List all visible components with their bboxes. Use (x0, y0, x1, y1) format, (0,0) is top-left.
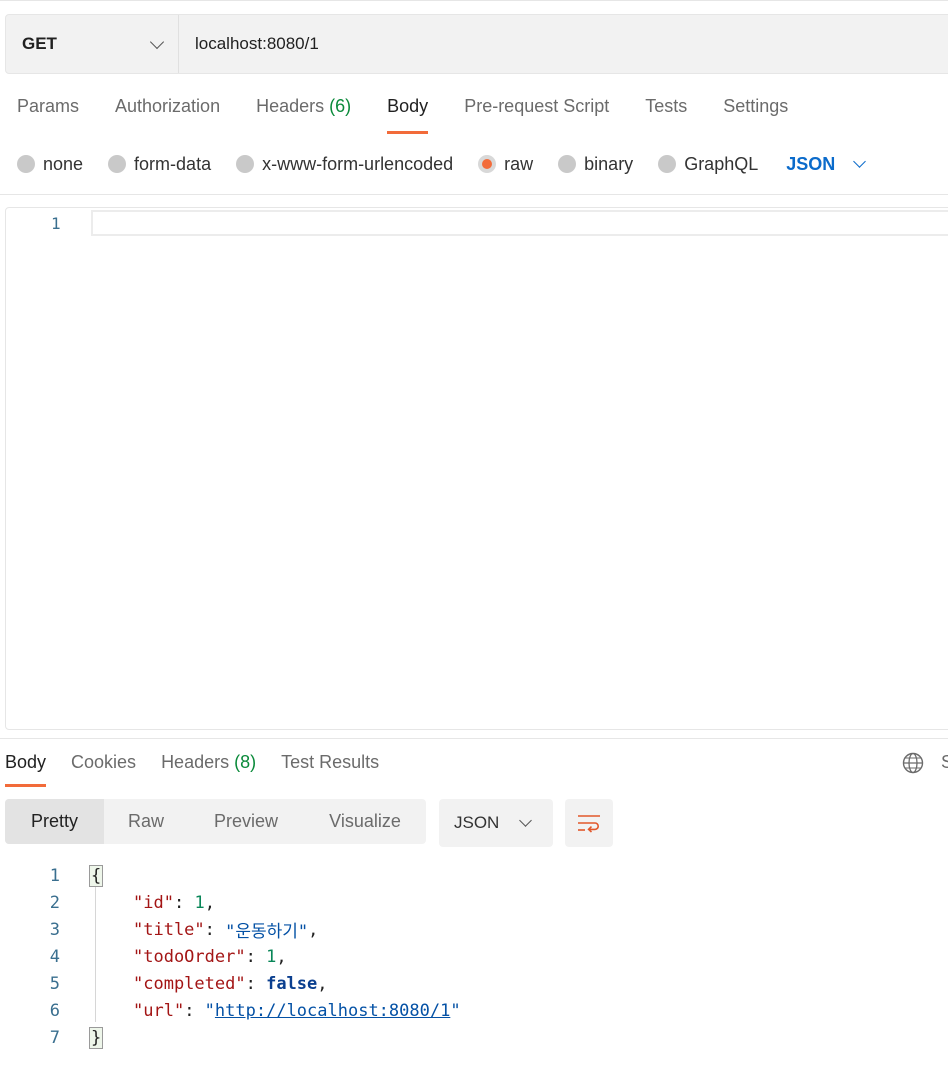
method-select[interactable]: GET (6, 15, 179, 73)
response-tab-headers[interactable]: Headers (8) (161, 752, 256, 787)
view-pretty[interactable]: Pretty (5, 799, 104, 844)
response-format-select[interactable]: JSON (439, 799, 553, 847)
json-key-url: "url" (133, 1000, 185, 1021)
request-tabs: Params Authorization Headers (6) Body Pr… (17, 96, 824, 134)
body-type-graphql-label: GraphQL (684, 153, 759, 174)
tab-headers-label: Headers (256, 96, 325, 116)
radio-graphql[interactable] (658, 155, 677, 173)
code-line: 4 "todoOrder": 1, (0, 943, 461, 970)
chevron-down-icon (519, 814, 533, 827)
response-tabs: Body Cookies Headers (8) Test Results (5, 752, 404, 787)
code-line: 6 "url": " http://localhost:8080/1 " (0, 997, 461, 1024)
tab-tests[interactable]: Tests (645, 96, 687, 134)
chevron-down-icon (149, 34, 165, 49)
request-url-bar: GET localhost:8080/1 (5, 14, 948, 74)
divider (0, 194, 948, 195)
json-open-brace: { (89, 864, 104, 887)
line-number: 7 (49, 1027, 60, 1048)
method-label: GET (22, 34, 57, 53)
line-number: 6 (49, 1000, 60, 1021)
radio-none[interactable] (17, 155, 35, 173)
tab-settings[interactable]: Settings (723, 96, 788, 134)
json-close-brace: } (89, 1026, 104, 1049)
body-type-none-label: none (43, 153, 84, 174)
body-type-none[interactable]: none (17, 154, 83, 175)
body-type-raw[interactable]: raw (478, 154, 533, 175)
radio-form-data[interactable] (108, 155, 127, 173)
globe-icon[interactable] (902, 752, 924, 774)
body-type-selector: none form-data x-www-form-urlencoded raw… (17, 150, 867, 178)
response-headers-count: (8) (234, 752, 257, 772)
line-number: 2 (49, 892, 60, 913)
status-label-partial: S (941, 752, 948, 772)
tab-body[interactable]: Body (387, 96, 429, 134)
response-tab-test-results[interactable]: Test Results (281, 752, 379, 787)
line-number: 4 (49, 946, 60, 967)
code-line: 2 "id": 1, (0, 889, 461, 916)
tab-pre-request-script[interactable]: Pre-request Script (464, 96, 609, 134)
active-line-highlight[interactable] (91, 210, 948, 236)
tab-params[interactable]: Params (17, 96, 79, 134)
response-tab-body[interactable]: Body (5, 752, 47, 787)
radio-urlencoded[interactable] (236, 155, 255, 173)
json-value-url-link[interactable]: http://localhost:8080/1 (215, 1001, 450, 1021)
view-raw[interactable]: Raw (104, 799, 188, 844)
json-value-title: "운동하기" (225, 922, 309, 942)
body-type-graphql[interactable]: GraphQL (658, 154, 758, 175)
body-type-binary[interactable]: binary (558, 154, 633, 175)
response-view-selector: Pretty Raw Preview Visualize (5, 799, 426, 844)
body-format-label: JSON (786, 153, 836, 174)
line-number: 1 (49, 865, 60, 886)
top-border (0, 0, 948, 2)
request-body-editor[interactable]: 1 (5, 207, 948, 730)
body-type-urlencoded[interactable]: x-www-form-urlencoded (236, 154, 453, 175)
chevron-down-icon (853, 155, 867, 168)
code-line: 1 { (0, 862, 461, 889)
json-value-completed: false (266, 973, 318, 994)
json-key-title: "title" (133, 919, 205, 940)
headers-count: (6) (329, 96, 352, 116)
json-key-id: "id" (133, 892, 174, 913)
json-value-id: 1 (194, 892, 205, 913)
json-key-todoorder: "todoOrder" (133, 946, 246, 967)
response-tab-cookies[interactable]: Cookies (71, 752, 136, 787)
view-preview[interactable]: Preview (188, 799, 304, 844)
body-format-select[interactable]: JSON (786, 153, 867, 175)
json-value-todoorder: 1 (266, 946, 277, 967)
line-number: 1 (51, 214, 61, 233)
line-number: 5 (49, 973, 60, 994)
response-tab-headers-label: Headers (161, 752, 230, 772)
code-line: 5 "completed": false, (0, 970, 461, 997)
radio-raw[interactable] (478, 155, 497, 173)
url-input[interactable]: localhost:8080/1 (179, 34, 319, 54)
body-type-urlencoded-label: x-www-form-urlencoded (262, 153, 454, 174)
body-type-raw-label: raw (504, 153, 534, 174)
radio-binary[interactable] (558, 155, 577, 173)
body-type-binary-label: binary (584, 153, 634, 174)
response-format-label: JSON (454, 813, 500, 832)
body-type-form-data[interactable]: form-data (108, 154, 211, 175)
line-number: 3 (49, 919, 60, 940)
view-visualize[interactable]: Visualize (304, 799, 426, 844)
wrap-lines-icon (578, 815, 600, 833)
divider (0, 738, 948, 739)
json-key-completed: "completed" (133, 973, 246, 994)
code-line: 7 } (0, 1024, 461, 1051)
wrap-lines-button[interactable] (565, 799, 613, 847)
tab-headers[interactable]: Headers (6) (256, 96, 351, 134)
response-body: 1 { 2 "id": 1, 3 "title": "운동하기", 4 "tod… (0, 862, 461, 1051)
code-line: 3 "title": "운동하기", (0, 916, 461, 943)
tab-authorization[interactable]: Authorization (115, 96, 220, 134)
body-type-form-data-label: form-data (134, 153, 212, 174)
